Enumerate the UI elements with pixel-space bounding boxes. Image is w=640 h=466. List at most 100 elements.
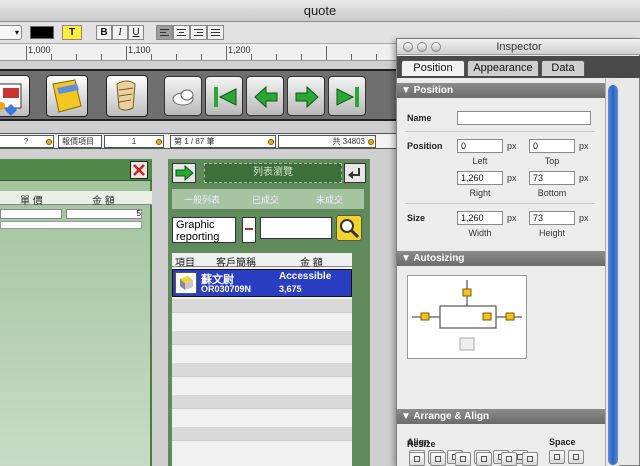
close-window-button[interactable]: [403, 42, 413, 52]
filter-controls: Graphic reporting: [172, 213, 368, 245]
graphic-reporting-field[interactable]: Graphic reporting: [172, 217, 236, 243]
return-icon[interactable]: [344, 163, 366, 183]
text-color-swatch[interactable]: [30, 26, 54, 39]
inspector-title: Inspector: [496, 41, 542, 53]
search-icon[interactable]: [336, 215, 362, 241]
col-item: 項目: [175, 258, 195, 269]
resize-smallest-height-icon[interactable]: [430, 452, 446, 466]
name-field[interactable]: [457, 111, 591, 125]
folder-icon[interactable]: [46, 75, 88, 117]
inspector-tabs: Position Appearance Data: [397, 56, 640, 78]
resize-largest-icon[interactable]: [522, 452, 538, 466]
top-field[interactable]: 0: [529, 139, 575, 153]
amount-field[interactable]: 5: [66, 209, 142, 219]
next-record-icon[interactable]: [287, 76, 325, 116]
size-label: Size: [407, 213, 426, 223]
line-item-row[interactable]: 5: [0, 209, 152, 231]
resize-smallest-width-icon[interactable]: [409, 452, 425, 466]
cube-icon: [175, 272, 197, 294]
inspector-window: Inspector Position Appearance Data ▼ Pos…: [396, 38, 640, 466]
section-position-header[interactable]: ▼ Position: [397, 83, 605, 98]
list-item[interactable]: [172, 395, 352, 409]
tab-general-list[interactable]: 一般列表: [184, 193, 220, 206]
unit-price-field[interactable]: [0, 209, 62, 219]
resize-largest-height-icon[interactable]: [476, 452, 492, 466]
underline-button[interactable]: U: [128, 25, 144, 40]
list-browse-button[interactable]: 列表瀏覽: [204, 163, 342, 183]
col-unit-price: 單 價: [20, 196, 43, 207]
position-label: Position: [407, 141, 443, 151]
row-subfield[interactable]: [0, 221, 142, 229]
unit-px: px: [579, 173, 589, 183]
tab-data[interactable]: Data: [541, 60, 585, 76]
section-arrange-header[interactable]: ▼ Arrange & Align: [397, 409, 605, 424]
space-label: Space: [549, 437, 576, 447]
close-icon[interactable]: [130, 161, 148, 179]
right-caption: Right: [469, 188, 491, 198]
window-title: quote: [303, 3, 337, 18]
line-items-panel: 單 價 金 額 5: [0, 159, 152, 466]
ruler-label: 1,100: [128, 45, 151, 55]
name-label: Name: [407, 113, 432, 123]
resize-largest-width-icon[interactable]: [455, 452, 471, 466]
tab-appearance[interactable]: Appearance: [467, 60, 539, 76]
tab-closed[interactable]: 已成交: [252, 193, 279, 206]
minimize-window-button[interactable]: [417, 42, 427, 52]
scroll-icon[interactable]: [106, 75, 148, 117]
zoom-window-button[interactable]: [431, 42, 441, 52]
inspector-scrollbar[interactable]: [605, 79, 619, 466]
col-amount: 金 額: [92, 196, 115, 207]
height-field[interactable]: 73: [529, 211, 575, 225]
horizontal-ruler[interactable]: 1,000 1,100 1,200: [0, 44, 398, 61]
resize-smallest-icon[interactable]: [501, 452, 517, 466]
first-record-icon[interactable]: [205, 76, 243, 116]
bottom-caption: Bottom: [537, 188, 567, 198]
enter-arrow-icon[interactable]: [172, 163, 196, 183]
selected-record-row[interactable]: 蘇文尉 OR030709N Accessible 3,675: [172, 269, 352, 297]
ruler-label: 1,200: [228, 45, 251, 55]
last-record-icon[interactable]: [328, 76, 366, 116]
align-justify-button[interactable]: [207, 25, 224, 40]
tool-strip[interactable]: [0, 69, 398, 121]
left-caption: Left: [472, 156, 488, 166]
quote-id: OR030709N: [201, 284, 252, 294]
search-input[interactable]: [260, 217, 332, 239]
align-right-button[interactable]: [190, 25, 207, 40]
unit-px: px: [579, 141, 589, 151]
top-caption: Top: [544, 156, 560, 166]
highlight-button[interactable]: T: [62, 25, 82, 40]
status-field[interactable]: ?: [0, 135, 54, 148]
list-item[interactable]: [172, 427, 352, 441]
layout-canvas[interactable]: ? 報價項目 1 第 1 / 87 筆 共 34803 單 價 金 額 5 列表…: [0, 61, 398, 466]
height-caption: Height: [538, 228, 565, 238]
right-field[interactable]: 1,260: [457, 171, 503, 185]
autosizing-widget[interactable]: [407, 275, 527, 359]
font-size-select[interactable]: ▾: [0, 25, 22, 40]
range-selector[interactable]: [242, 217, 256, 243]
app-window: quote ▾ T B I U 1,000 1,100 1,200 ? 報價項目…: [0, 0, 640, 466]
left-field[interactable]: 0: [457, 139, 503, 153]
section-autosizing-header[interactable]: ▼ Autosizing: [397, 251, 605, 266]
form-icon[interactable]: [0, 75, 30, 117]
scroll-thumb[interactable]: [608, 85, 618, 465]
list-item[interactable]: [172, 299, 352, 313]
status-field[interactable]: 1: [104, 135, 164, 148]
space-vertical-icon[interactable]: [568, 450, 584, 464]
cloud-icon[interactable]: [164, 76, 202, 116]
width-field[interactable]: 1,260: [457, 211, 503, 225]
panel-header: [0, 159, 152, 181]
tab-position[interactable]: Position: [401, 60, 465, 76]
align-center-button[interactable]: [173, 25, 190, 40]
list-item[interactable]: [172, 331, 352, 345]
prev-record-icon[interactable]: [246, 76, 284, 116]
inspector-titlebar[interactable]: Inspector: [397, 39, 640, 55]
bottom-field[interactable]: 73: [529, 171, 575, 185]
list-item[interactable]: [172, 363, 352, 377]
italic-button[interactable]: I: [112, 25, 128, 40]
window-titlebar: quote: [0, 0, 640, 22]
align-left-button[interactable]: [156, 25, 173, 40]
tab-open[interactable]: 未成交: [316, 193, 343, 206]
space-horizontal-icon[interactable]: [549, 450, 565, 464]
col-customer: 客戶簡稱: [216, 258, 256, 269]
bold-button[interactable]: B: [96, 25, 112, 40]
